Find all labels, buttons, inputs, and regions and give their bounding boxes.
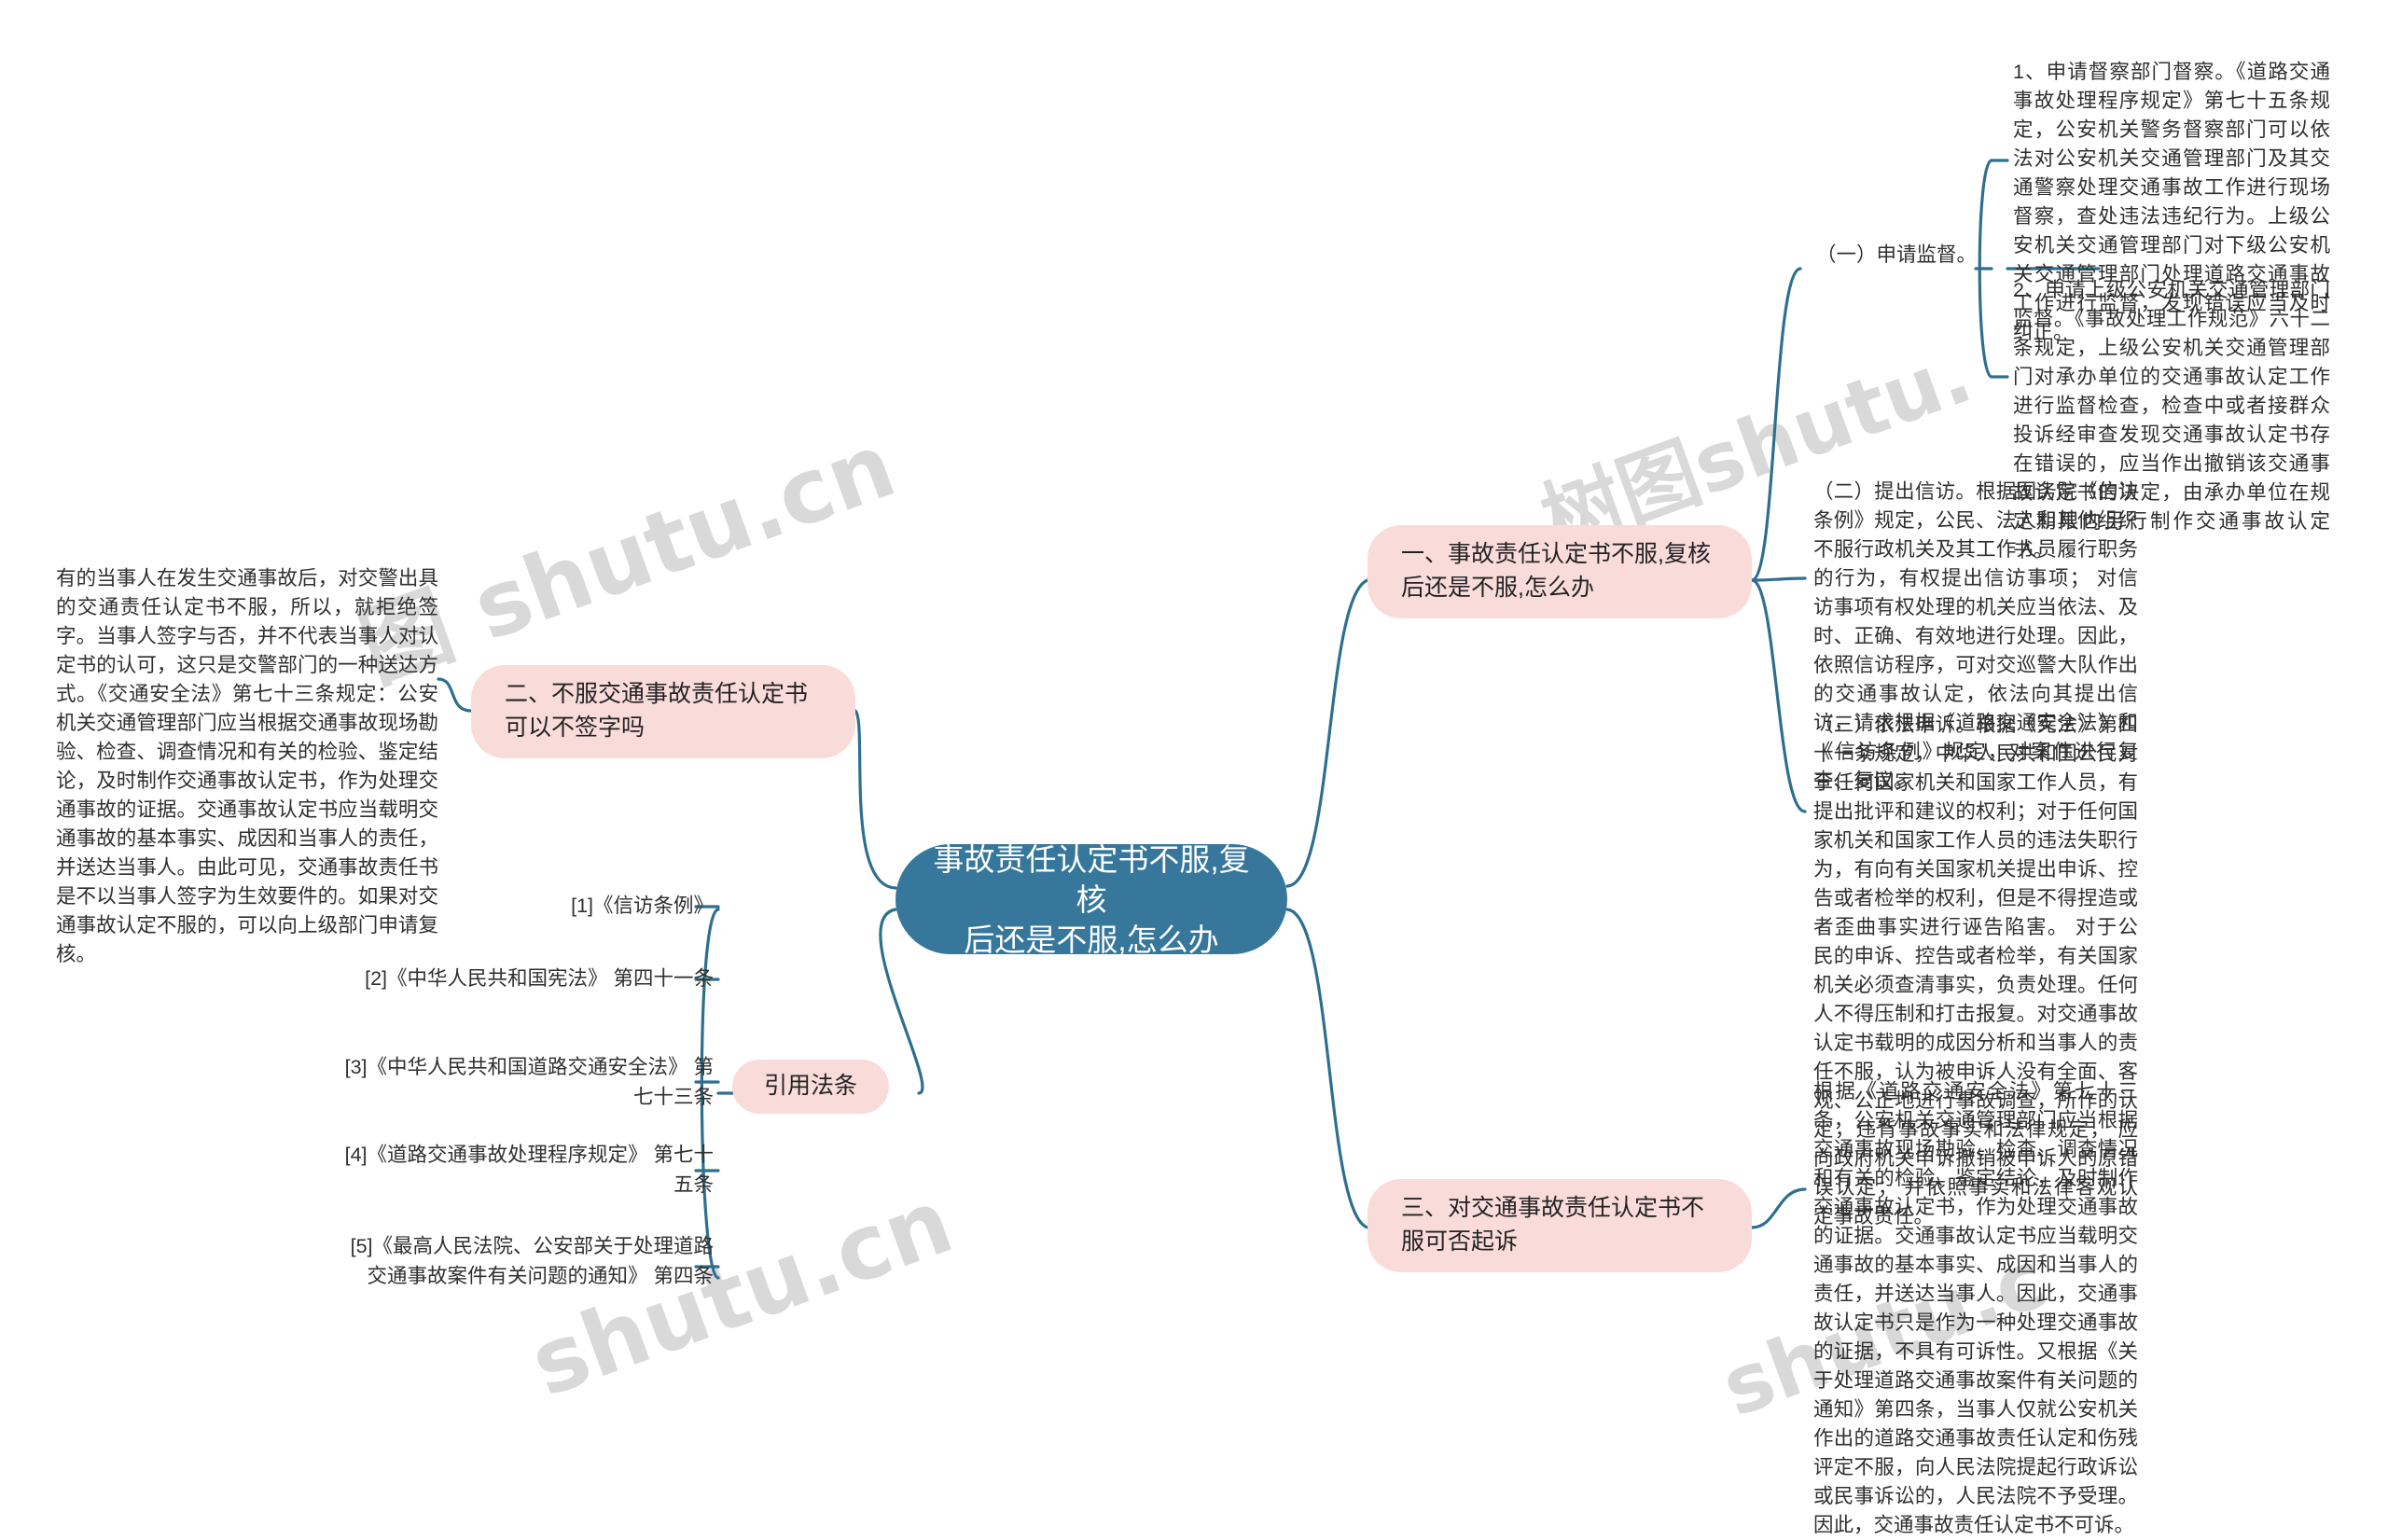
topic-node-1[interactable]: 一、事故责任认定书不服,复核后还是不服,怎么办 [1368,525,1752,618]
leaf-reference-5: [5]《最高人民法院、公安部关于处理道路交通事故案件有关问题的通知》 第四条 [350,1235,714,1287]
leaf-reference-1: [1]《信访条例》 [571,895,714,917]
edge-topic1-petition [1750,576,1807,582]
leaf-supervision-label: （一）申请监督。 [1816,243,1978,266]
root-node-label: 事故责任认定书不服,复核 后还是不服,怎么办 [933,841,1250,957]
references-node[interactable]: 引用法条 [732,1060,890,1114]
references-node-label: 引用法条 [764,1073,858,1099]
topic-node-1-label: 一、事故责任认定书不服,复核后还是不服,怎么办 [1401,541,1711,601]
edge-root-topic2 [854,709,897,890]
leaf-reference-4: [4]《道路交通事故处理程序规定》 第七十五条 [344,1144,714,1196]
leaf-reference-3: [3]《中华人民共和国道路交通安全法》 第七十三条 [344,1056,714,1108]
topic-node-2-label: 二、不服交通事故责任认定书可以不签字吗 [505,681,809,741]
edge-root-topic3 [1285,908,1369,1229]
edge-root-topic1 [1285,578,1369,888]
watermark-bottom-left: shutu.cn [518,1169,965,1417]
topic-node-2[interactable]: 二、不服交通事故责任认定书可以不签字吗 [471,665,855,758]
leaf-reference-2: [2]《中华人民共和国宪法》 第四十一条 [365,967,714,990]
mindmap-canvas: 图 shutu.cn 树图shutu. shutu.cn shutu.c 事故责… [0,0,2388,1536]
edge-topic3-body [1750,1187,1807,1229]
topic-node-3[interactable]: 三、对交通事故责任认定书不服可否起诉 [1368,1179,1752,1272]
topic-node-3-label: 三、对交通事故责任认定书不服可否起诉 [1401,1195,1705,1255]
root-node[interactable]: 事故责任认定书不服,复核 后还是不服,怎么办 [896,842,1287,957]
leaf-topic3-body: 根据《道路交通安全法》第七十三条，公安机关交通管理部门应当根据交通事故现场勘验、… [1813,1080,2138,1536]
edge-topic1-appeal [1750,578,1807,813]
